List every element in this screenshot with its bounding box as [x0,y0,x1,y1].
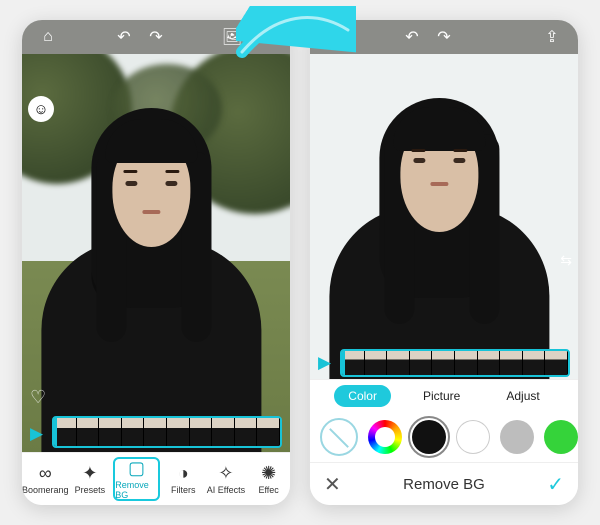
tab-filters[interactable]: ◑ Filters [162,453,205,505]
subtab-adjust[interactable]: Adjust [492,385,553,407]
close-icon[interactable]: ✕ [324,472,341,497]
bottom-tabs: ∞ Boomerang ✦ Presets ▢ Remove BG ◑ Filters ✧ AI … [22,452,290,505]
removebg-icon: ▢ [128,459,145,477]
favorite-icon[interactable]: ♡ [30,387,46,408]
play-icon[interactable]: ▶ [318,353,331,373]
canvas-before: ☺ ♡ ▶ [22,54,290,452]
boomerang-icon: ∞ [39,464,52,482]
toolbar: ⌂ ↶ ↷ 🖼 ⇪ [22,20,290,54]
subtab-picture[interactable]: Picture [409,385,474,407]
face-badge-icon[interactable]: ☺ [28,96,54,122]
export-icon[interactable]: ⇪ [252,25,276,49]
color-swatches [310,412,578,462]
footer-title: Remove BG [341,476,547,493]
effects-icon: ✺ [261,464,276,482]
tab-label: Filters [171,485,196,495]
filters-icon: ◑ [178,464,189,482]
home-icon[interactable]: ⌂ [36,25,60,49]
swatch-none[interactable] [320,418,358,456]
tab-effec[interactable]: ✺ Effec [247,453,290,505]
redo-icon[interactable]: ↷ [432,25,456,49]
phone-before: ⌂ ↶ ↷ 🖼 ⇪ ☺ ♡ ▶ [22,20,290,505]
tab-label: AI Effects [207,485,245,495]
tab-remove-bg[interactable]: ▢ Remove BG [113,457,160,501]
tab-label: Effec [258,485,278,495]
tab-ai-effects[interactable]: ✧ AI Effects [205,453,248,505]
presets-icon: ✦ [82,464,97,482]
tab-boomerang[interactable]: ∞ Boomerang [22,453,69,505]
color-swatch[interactable] [412,420,446,454]
color-swatch[interactable] [500,420,534,454]
subtabs: Color Picture Adjust [310,379,578,412]
timeline[interactable] [52,416,282,448]
tab-label: Remove BG [115,480,158,500]
tab-label: Boomerang [22,485,69,495]
photo-nobg [310,54,578,379]
undo-icon[interactable]: ↶ [112,25,136,49]
swatch-picker[interactable] [368,420,402,454]
undo-icon[interactable]: ↶ [400,25,424,49]
subtab-color[interactable]: Color [334,385,391,407]
color-swatch[interactable] [544,420,578,454]
tab-label: Presets [75,485,106,495]
redo-icon[interactable]: ↷ [144,25,168,49]
toolbar: ↶ ↷ ⇪ [310,20,578,54]
photo [22,54,290,452]
confirm-icon[interactable]: ✓ [547,472,564,497]
tab-presets[interactable]: ✦ Presets [69,453,112,505]
phone-after: ↶ ↷ ⇪ ⇆ ▶ Color Picture Adjust [310,20,578,505]
canvas-after: ⇆ ▶ [310,54,578,379]
image-icon[interactable]: 🖼 [220,25,244,49]
footer: ✕ Remove BG ✓ [310,462,578,505]
color-swatch[interactable] [456,420,490,454]
compare-icon[interactable]: ⇆ [560,252,572,269]
play-icon[interactable]: ▶ [30,424,43,444]
aieffects-icon: ✧ [218,464,233,482]
timeline[interactable] [340,349,570,377]
export-icon[interactable]: ⇪ [540,25,564,49]
